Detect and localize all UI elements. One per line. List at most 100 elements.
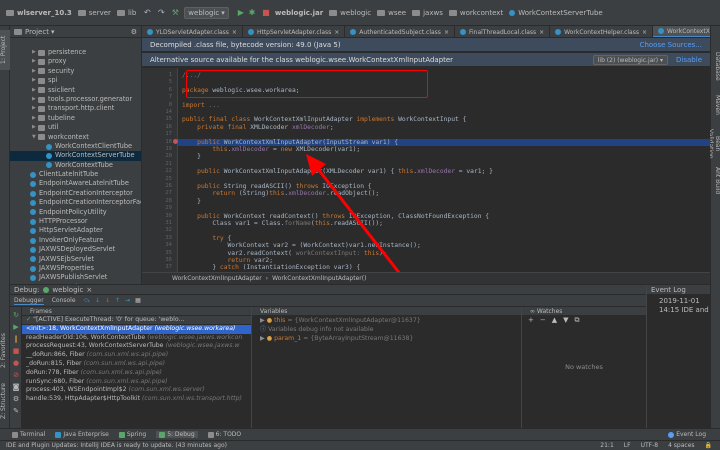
forward-arrow-icon[interactable]: ↷	[156, 8, 166, 18]
project-tool-tab[interactable]: 1: Project	[0, 30, 10, 70]
close-icon[interactable]: ×	[539, 29, 544, 36]
editor-tab[interactable]: YLDServletAdapter.class ×	[142, 26, 243, 37]
tree-item[interactable]: ▶ util	[10, 123, 141, 132]
tree-item[interactable]: ▶ security	[10, 67, 141, 76]
stop-icon[interactable]: ■	[261, 8, 271, 18]
frame-row[interactable]: process:403, WSEndpointImpl$2 (com.sun.x…	[22, 386, 251, 395]
rerun-icon[interactable]: ↻	[12, 311, 20, 319]
frame-row[interactable]: doRun:778, Fiber (com.sun.xml.ws.api.pip…	[22, 369, 251, 378]
tree-item[interactable]: EndpointPolicyUtility	[10, 208, 141, 217]
disable-link[interactable]: Disable	[676, 56, 702, 64]
force-step-into-icon[interactable]: ↓	[105, 297, 110, 304]
database-tool-tab[interactable]: Database	[711, 48, 720, 84]
down-icon[interactable]: ▼	[563, 316, 568, 325]
copy-icon[interactable]: ⧉	[575, 316, 580, 325]
cursor-position[interactable]: 21:1	[600, 442, 613, 449]
tree-item[interactable]: JAXWSEjbServlet	[10, 255, 141, 264]
tree-item[interactable]: HTTPProcessor	[10, 217, 141, 226]
gear-icon[interactable]: ⚙	[131, 28, 137, 36]
tree-item[interactable]: JAXWSPublishServlet	[10, 273, 141, 282]
editor-tab[interactable]: FinalThreadLocal.class ×	[455, 26, 551, 37]
todo-tab[interactable]: 6: TODO	[207, 431, 241, 438]
code-line[interactable]: return var2;	[182, 257, 274, 264]
thread-select[interactable]: ✓ "[ACTIVE] ExecuteThread: '0' for queue…	[22, 316, 251, 325]
crumb-wsee[interactable]: wsee	[377, 9, 406, 17]
file-encoding[interactable]: UTF-8	[641, 442, 659, 449]
debug-tab[interactable]: 5: Debug	[156, 431, 198, 438]
tree-item[interactable]: JAXWSProperties	[10, 264, 141, 273]
tree-item[interactable]: ▶ ssiclient	[10, 86, 141, 95]
frame-row[interactable]: runSync:680, Fiber (com.sun.xml.ws.api.p…	[22, 378, 251, 387]
close-icon[interactable]: ×	[86, 286, 92, 294]
tree-item[interactable]: EndpointCreationInterceptorFacto	[10, 198, 141, 207]
favorites-tool-tab[interactable]: 2: Favorites	[0, 326, 10, 376]
crumb-current-file[interactable]: WorkContextServerTube	[509, 9, 603, 17]
code-editor[interactable]: 1 5 6 7 8 14 15 16 17 18 19 20 21 22 25 26 27 28 29 30 31 32 3…	[142, 68, 710, 272]
terminal-tab[interactable]: Terminal	[12, 431, 45, 438]
tree-item[interactable]: ▶ persistence	[10, 48, 141, 57]
code-line[interactable]: public WorkContextXmlInputAdapter(InputS…	[178, 138, 710, 146]
pause-icon[interactable]: ‖	[12, 335, 20, 343]
console-tab[interactable]: Console	[52, 297, 76, 304]
settings-icon[interactable]: ⚙	[12, 395, 20, 403]
resume-icon[interactable]: ▶	[12, 323, 20, 331]
step-over-icon[interactable]: ⤼	[84, 297, 90, 305]
editor-tab[interactable]: WorkContextHelper.class ×	[550, 26, 653, 37]
tree-item[interactable]: WorkContextTube	[10, 161, 141, 170]
step-into-icon[interactable]: ↓	[95, 297, 100, 304]
frame-row[interactable]: handle:539, HttpAdapter$HttpToolkit (com…	[22, 395, 251, 404]
code-line[interactable]: import ...	[182, 102, 220, 109]
tree-item[interactable]: ▶ tubeline	[10, 114, 141, 123]
code-line[interactable]: try {	[182, 235, 231, 242]
pin-icon[interactable]: ✎	[12, 407, 20, 415]
back-arrow-icon[interactable]: ↶	[142, 8, 152, 18]
tree-item[interactable]: WorkContextServerTube	[10, 151, 141, 161]
tree-item[interactable]: WorkContextClientTube	[10, 142, 141, 151]
crumb-workcontext[interactable]: workcontext	[448, 9, 503, 17]
editor-gutter[interactable]: 1 5 6 7 8 14 15 16 17 18 19 20 21 22 25 26 27 28 29 30 31 32 3…	[142, 68, 178, 272]
library-select[interactable]: lib (2) (weblogic.jar) ▾	[592, 54, 669, 65]
editor-tab[interactable]: AuthenticatedSubject.class ×	[345, 26, 455, 37]
crumb-server[interactable]: server	[77, 9, 111, 17]
variable-row[interactable]: ⓘ Variables debug info not available	[252, 325, 521, 334]
debug-icon[interactable]: ✱	[247, 8, 257, 18]
frame-row[interactable]: <init>:18, WorkContextXmlInputAdapter (w…	[22, 324, 251, 334]
remove-icon[interactable]: −	[540, 316, 546, 325]
crumb-jaxws[interactable]: jaxws	[412, 9, 443, 17]
breadcrumb-method[interactable]: WorkContextXmlInputAdapter()	[272, 275, 366, 282]
mute-breakpoints-icon[interactable]: ⊘	[12, 371, 20, 379]
code-line[interactable]: private final XMLDecoder xmlDecoder;	[182, 124, 334, 131]
tree-item[interactable]: ▶ transport.http.client	[10, 104, 141, 113]
line-separator[interactable]: LF	[624, 442, 631, 449]
close-icon[interactable]: ×	[444, 29, 449, 36]
java-enterprise-tab[interactable]: Java Enterprise	[55, 431, 109, 438]
close-icon[interactable]: ×	[334, 29, 339, 36]
close-icon[interactable]: ×	[232, 29, 237, 36]
debugger-tab[interactable]: Debugger	[14, 297, 44, 305]
tree-item[interactable]: InvokerOnlyFeature	[10, 236, 141, 245]
variable-row[interactable]: ▶ ● this = {WorkContextXmlInputAdapter@1…	[252, 316, 521, 325]
close-icon[interactable]: ×	[642, 29, 647, 36]
tree-item[interactable]: ▶ tools.processor.generator	[10, 95, 141, 104]
up-icon[interactable]: ▲	[552, 316, 557, 325]
code-line[interactable]: }	[182, 198, 201, 205]
camera-icon[interactable]: ◙	[12, 383, 20, 391]
tree-item[interactable]: ▶ proxy	[10, 57, 141, 66]
indent-setting[interactable]: 4 spaces	[668, 442, 694, 449]
tree-item[interactable]: ClientLatelnitTube	[10, 170, 141, 179]
chevron-right-icon[interactable]: ▶	[260, 335, 267, 342]
crumb-weblogic[interactable]: weblogic	[329, 9, 371, 17]
breadcrumb-class[interactable]: WorkContextXmlInputAdapter	[172, 275, 262, 282]
tree-item[interactable]: EndpointCreationInterceptor	[10, 189, 141, 198]
lock-icon[interactable]: 🔒	[705, 442, 712, 449]
project-view-select[interactable]: Project	[25, 28, 49, 36]
crumb-wlserver[interactable]: wlserver_10.3	[6, 9, 72, 17]
stop-icon[interactable]: ■	[12, 347, 20, 355]
step-out-icon[interactable]: ↑	[115, 297, 120, 304]
editor-tab[interactable]: WorkContextXmlInputAdapter.class×	[653, 26, 710, 37]
bean-validation-tool-tab[interactable]: Bean Validation	[707, 126, 720, 162]
tree-item[interactable]: HttpServletAdapter	[10, 226, 141, 235]
add-icon[interactable]: +	[528, 316, 534, 325]
crumb-weblogic-jar[interactable]: weblogic.jar	[275, 9, 323, 17]
editor-tab[interactable]: HttpServletAdapter.class ×	[243, 26, 346, 37]
